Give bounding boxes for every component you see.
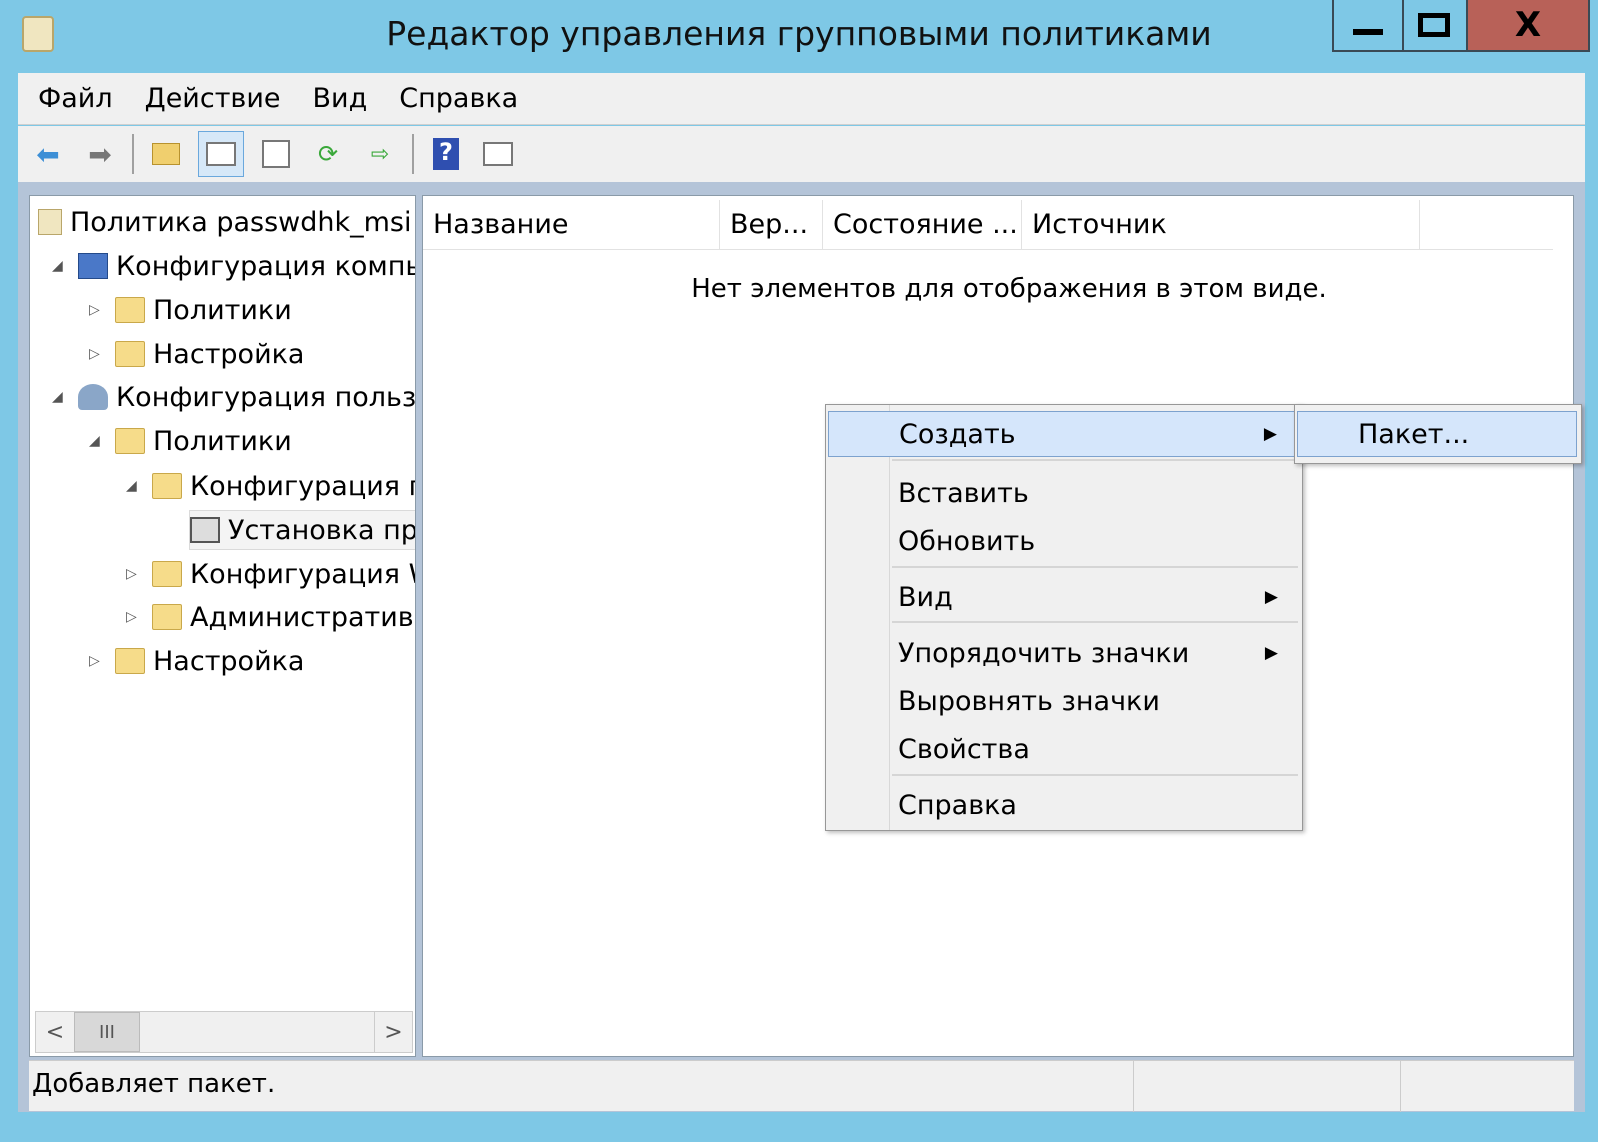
- tree-expander-icon[interactable]: ◢: [126, 478, 137, 494]
- tree-item-label: Установка программ: [228, 514, 416, 546]
- toolbar-separator: [132, 134, 134, 174]
- menu-item-properties[interactable]: Свойства: [828, 726, 1300, 772]
- menu-help[interactable]: Справка: [399, 83, 518, 114]
- user-icon: [78, 384, 108, 410]
- tree-item[interactable]: ▷ Настройка: [89, 334, 305, 374]
- tree-expander-icon[interactable]: ▷: [126, 609, 137, 625]
- menu-item-label: Вид: [898, 581, 953, 613]
- folder-icon: [115, 648, 145, 674]
- properties-icon[interactable]: [256, 134, 296, 174]
- maximize-button[interactable]: [1402, 0, 1468, 52]
- menu-bar: Файл Действие Вид Справка: [18, 73, 1585, 125]
- tree-expander-icon[interactable]: ▷: [89, 302, 100, 318]
- scroll-right-button[interactable]: >: [374, 1012, 412, 1052]
- tree-item-label: Политики: [153, 425, 292, 457]
- toolbar-separator: [412, 134, 414, 174]
- tree-item[interactable]: ◢ Политики: [89, 421, 292, 461]
- tree-expander-icon[interactable]: ◢: [52, 389, 63, 405]
- tree-item-label: Политика passwdhk_msi: [70, 206, 412, 238]
- tree-item-label: Конфигурация программ: [190, 470, 415, 502]
- folder-icon: [115, 428, 145, 454]
- tree-item[interactable]: ◢ Конфигурация пользователя: [52, 377, 416, 417]
- tree-item[interactable]: ▷ Административные шаблоны: [126, 597, 415, 637]
- tree-item-label: Политики: [153, 294, 292, 326]
- tree-expander-icon[interactable]: ▷: [126, 566, 137, 582]
- forward-icon[interactable]: ➡: [80, 134, 120, 174]
- tree-item-label: Настройка: [153, 645, 305, 677]
- tree-expander-icon[interactable]: ▷: [89, 346, 100, 362]
- menu-item-help[interactable]: Справка: [828, 782, 1300, 828]
- tree-expander-icon[interactable]: ◢: [89, 433, 100, 449]
- folder-icon: [115, 341, 145, 367]
- menu-separator: [892, 774, 1298, 776]
- empty-message: Нет элементов для отображения в этом вид…: [691, 274, 1327, 304]
- menu-action[interactable]: Действие: [145, 83, 281, 114]
- folder-icon: [152, 561, 182, 587]
- tree-item[interactable]: ◢ Конфигурация компьютера: [52, 246, 416, 286]
- scroll-left-button[interactable]: <: [36, 1012, 74, 1052]
- column-name[interactable]: Название: [423, 200, 720, 249]
- computer-icon: [78, 253, 108, 279]
- menu-file[interactable]: Файл: [38, 83, 113, 114]
- tree-pane: Политика passwdhk_msi ◢ Конфигурация компь…: [29, 195, 416, 1057]
- menu-item-create[interactable]: Создать ▶: [828, 411, 1300, 457]
- help-icon[interactable]: ?: [426, 134, 466, 174]
- refresh-icon[interactable]: ⟳: [308, 134, 348, 174]
- tree-item[interactable]: ▷ Конфигурация Windows: [126, 554, 415, 594]
- tree-item[interactable]: ▷ Настройка: [89, 641, 305, 681]
- column-headers: Название Вер... Состояние ... Источник: [423, 200, 1553, 250]
- status-divider: [1133, 1061, 1134, 1112]
- tree-item[interactable]: ▷ Политики: [89, 290, 292, 330]
- tree-item-label: Конфигурация Windows: [190, 558, 415, 590]
- tree-expander-icon[interactable]: ◢: [52, 258, 63, 274]
- menu-item-paste[interactable]: Вставить: [828, 470, 1300, 516]
- scroll-thumb[interactable]: III: [74, 1012, 140, 1052]
- folder-icon: [152, 473, 182, 499]
- create-submenu: Пакет...: [1294, 404, 1582, 464]
- status-divider: [1400, 1061, 1401, 1112]
- submenu-arrow-icon: ▶: [1264, 643, 1278, 663]
- menu-item-label: Создать: [899, 418, 1016, 450]
- show-hide-tree-icon[interactable]: [198, 131, 244, 177]
- menu-separator: [892, 459, 1298, 461]
- tree-item[interactable]: ◢ Конфигурация программ: [126, 466, 415, 506]
- back-icon[interactable]: ⬅: [28, 134, 68, 174]
- submenu-arrow-icon: ▶: [1264, 587, 1278, 607]
- menu-item-arrange-icons[interactable]: Упорядочить значки ▶: [828, 630, 1300, 676]
- tree-item[interactable]: Установка программ: [189, 510, 416, 550]
- horizontal-scrollbar[interactable]: < III >: [35, 1011, 413, 1053]
- tree-item-label: Конфигурация компьютера: [116, 250, 416, 282]
- install-icon: [190, 517, 220, 543]
- menu-item-package[interactable]: Пакет...: [1297, 411, 1577, 457]
- menu-separator: [892, 621, 1298, 623]
- column-source[interactable]: Источник: [1022, 200, 1420, 249]
- tree-item-label: Конфигурация пользователя: [116, 381, 416, 413]
- show-action-pane-icon[interactable]: [478, 134, 518, 174]
- menu-item-view[interactable]: Вид ▶: [828, 574, 1300, 620]
- folder-icon: [152, 604, 182, 630]
- status-bar: Добавляет пакет.: [29, 1060, 1574, 1112]
- context-menu: Создать ▶ Вставить Обновить Вид ▶ Упорядоч…: [825, 404, 1303, 831]
- column-state[interactable]: Состояние ...: [823, 200, 1022, 249]
- tree-item-label: Настройка: [153, 338, 305, 370]
- column-version[interactable]: Вер...: [720, 200, 823, 249]
- menu-separator: [892, 566, 1298, 568]
- policy-icon: [38, 209, 62, 235]
- tree-item[interactable]: Политика passwdhk_msi: [38, 202, 412, 242]
- menu-item-label: Упорядочить значки: [898, 637, 1190, 669]
- export-list-icon[interactable]: ⇨: [360, 134, 400, 174]
- menu-item-refresh[interactable]: Обновить: [828, 518, 1300, 564]
- submenu-arrow-icon: ▶: [1263, 424, 1277, 444]
- tree-item-label: Административные шаблоны: [190, 601, 415, 633]
- up-folder-icon[interactable]: [146, 134, 186, 174]
- minimize-button[interactable]: [1332, 0, 1404, 52]
- toolbar: ⬅ ➡ ⟳ ⇨ ?: [18, 126, 1585, 182]
- status-text: Добавляет пакет.: [32, 1069, 276, 1099]
- tree-expander-icon[interactable]: ▷: [89, 653, 100, 669]
- menu-item-align-icons[interactable]: Выровнять значки: [828, 678, 1300, 724]
- close-button[interactable]: X: [1468, 0, 1590, 52]
- menu-view[interactable]: Вид: [313, 83, 368, 114]
- folder-icon: [115, 297, 145, 323]
